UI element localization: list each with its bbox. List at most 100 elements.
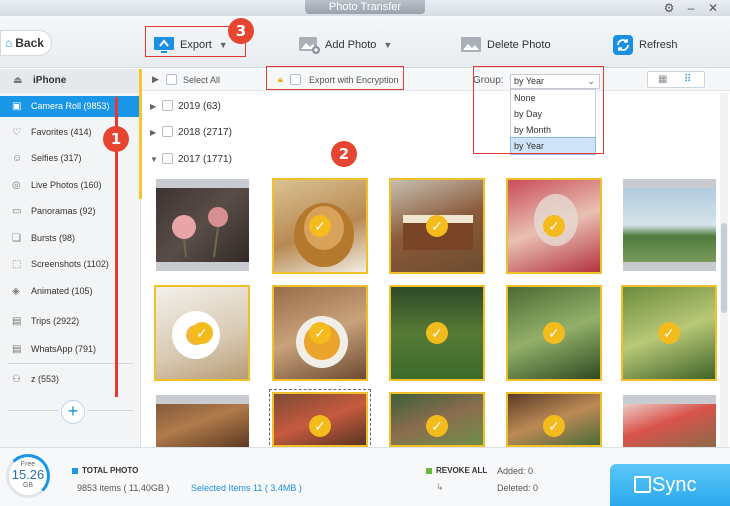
sidebar-item-panoramas[interactable]: ▭ Panoramas (92) xyxy=(0,201,141,222)
added-count: Added: 0 xyxy=(497,466,534,476)
year-label: 2019 (63) xyxy=(178,101,221,112)
select-all-label: Select All xyxy=(183,75,221,85)
free-unit: GB xyxy=(22,482,34,489)
photo-thumbnail-drinks[interactable]: ✓ xyxy=(506,178,602,274)
sidebar-item-bursts[interactable]: ❏ Bursts (98) xyxy=(0,228,141,249)
back-button[interactable]: ⌂ Back xyxy=(0,30,52,56)
total-photo-square-icon xyxy=(72,468,78,474)
photo-thumbnail-soup[interactable]: ✓ xyxy=(272,285,368,381)
selected-check-icon: ✓ xyxy=(309,414,331,437)
sync-label: Sync xyxy=(652,474,697,496)
photo-thumbnail-food-bowls[interactable]: ✓ xyxy=(389,392,485,447)
selected-check-icon: ✓ xyxy=(543,215,565,237)
collapse-arrow-icon[interactable]: ▼ xyxy=(150,151,162,169)
settings-gear-icon[interactable]: ⚙ xyxy=(660,0,678,16)
selected-check-icon: ✓ xyxy=(309,322,331,344)
screenshot-icon: ⬚ xyxy=(12,259,22,270)
sidebar-item-z[interactable]: ⚇ z (553) xyxy=(0,369,141,390)
sidebar-item-animated[interactable]: ◈ Animated (105) xyxy=(0,281,141,302)
sidebar-item-label: z (553) xyxy=(31,374,60,384)
year-checkbox[interactable] xyxy=(162,99,173,111)
small-grid-view-icon[interactable]: ⠿ xyxy=(684,74,691,85)
photo-thumbnail-cake[interactable]: ✓ xyxy=(389,178,485,274)
year-row-2017[interactable]: ▼ 2017 (1771) xyxy=(150,151,232,169)
heart-icon: ♡ xyxy=(12,127,21,138)
expand-arrow-icon[interactable]: ▶ xyxy=(150,98,162,116)
sidebar-item-label: Camera Roll (9853) xyxy=(31,101,110,111)
scrollbar-thumb[interactable] xyxy=(721,223,727,313)
refresh-button[interactable]: Refresh xyxy=(612,32,678,58)
live-photo-icon: ◎ xyxy=(12,180,21,191)
add-album-button[interactable]: + xyxy=(61,400,85,424)
large-grid-view-icon[interactable]: ▦ xyxy=(658,74,667,85)
animated-icon: ◈ xyxy=(12,286,20,297)
sidebar-item-label: Selfies (317) xyxy=(31,153,82,163)
photo-thumbnail-kid-field[interactable]: ✓ xyxy=(506,285,602,381)
photo-thumbnail-vegetables[interactable]: ✓ xyxy=(269,389,371,450)
bursts-icon: ❏ xyxy=(12,233,21,244)
sidebar-item-label: Favorites (414) xyxy=(31,127,92,137)
selected-check-icon: ✓ xyxy=(543,322,565,344)
album-icon: ▤ xyxy=(12,344,22,355)
selected-items-text: Selected Items 11 ( 3.4MB ) xyxy=(191,483,302,493)
photo-thumbnail-dog[interactable]: ✓ xyxy=(272,178,368,274)
delete-photo-button[interactable]: Delete Photo xyxy=(460,32,551,58)
expand-arrow-icon[interactable]: ▶ xyxy=(150,124,162,142)
eject-icon: ⏏ xyxy=(13,75,23,86)
scrollbar[interactable] xyxy=(720,93,728,447)
device-header[interactable]: ⏏ iPhone xyxy=(0,69,141,93)
control-bar: ▶ Select All 🔒︎ Export with Encryption G… xyxy=(142,69,730,91)
photo-thumbnail-table-dishes[interactable] xyxy=(623,395,716,447)
shared-album-icon: ⚇ xyxy=(12,374,21,385)
window-title: Photo Transfer xyxy=(305,0,425,14)
photo-content: ▶ Select All 🔒︎ Export with Encryption G… xyxy=(142,69,730,450)
album-icon: ▤ xyxy=(12,316,22,327)
sidebar-item-screenshots[interactable]: ⬚ Screenshots (1102) xyxy=(0,254,141,275)
free-space-gauge: Free 15.26 GB xyxy=(6,454,50,498)
photo-thumbnail-kid-running[interactable]: ✓ xyxy=(389,285,485,381)
sidebar-item-label: Screenshots (1102) xyxy=(31,259,109,269)
selected-check-icon: ✓ xyxy=(658,322,680,344)
sidebar-item-trips[interactable]: ▤ Trips (2922) xyxy=(0,311,141,332)
revoke-arrow-icon: ↳ xyxy=(436,482,444,492)
year-row-2019[interactable]: ▶ 2019 (63) xyxy=(150,98,221,116)
collapse-arrow-icon[interactable]: ▶ xyxy=(152,74,159,85)
photo-thumbnail-pizza[interactable] xyxy=(156,395,249,447)
add-photo-label: Add Photo xyxy=(325,39,377,51)
sidebar-item-label: WhatsApp (791) xyxy=(31,344,97,354)
add-photo-button[interactable]: Add Photo ▼ xyxy=(298,32,392,58)
sidebar-item-label: Live Photos (160) xyxy=(31,180,102,190)
sync-button[interactable]: Sync xyxy=(610,464,730,506)
panorama-icon: ▭ xyxy=(12,206,22,217)
photo-thumbnail-landscape[interactable] xyxy=(623,179,716,271)
sidebar-item-label: Panoramas (92) xyxy=(31,206,96,216)
selected-check-icon: ✓ xyxy=(543,414,565,437)
year-checkbox[interactable] xyxy=(162,125,173,137)
group-highlight-box xyxy=(473,66,604,154)
home-icon: ⌂ xyxy=(5,36,13,50)
minimize-icon[interactable]: – xyxy=(682,0,700,16)
selected-check-icon: ✓ xyxy=(426,322,448,344)
photo-thumbnail-kid-grass[interactable]: ✓ xyxy=(621,285,717,381)
camera-icon: ▣ xyxy=(12,101,22,112)
year-label: 2017 (1771) xyxy=(178,154,232,165)
sidebar-item-label: Trips (2922) xyxy=(31,316,80,326)
photo-thumbnail-flowers[interactable] xyxy=(156,179,249,271)
revoke-all-button[interactable]: REVOKE ALL xyxy=(436,466,487,475)
sidebar-item-whatsapp[interactable]: ▤ WhatsApp (791) xyxy=(0,339,141,360)
photo-thumbnail-salad[interactable]: ✓ xyxy=(506,392,602,447)
photo-thumbnail-breakfast[interactable]: ✓ xyxy=(154,285,250,381)
year-checkbox[interactable] xyxy=(162,152,173,164)
sidebar-item-live-photos[interactable]: ◎ Live Photos (160) xyxy=(0,175,141,196)
sidebar-item-camera-roll[interactable]: ▣ Camera Roll (9853) xyxy=(0,96,141,117)
close-icon[interactable]: ✕ xyxy=(704,0,722,16)
year-row-2018[interactable]: ▶ 2018 (2717) xyxy=(150,124,232,142)
selected-check-icon: ✓ xyxy=(191,322,213,344)
sidebar-divider xyxy=(87,410,133,411)
delete-photo-icon xyxy=(460,35,482,55)
delete-photo-label: Delete Photo xyxy=(487,39,551,51)
add-photo-dropdown-caret-icon[interactable]: ▼ xyxy=(383,40,392,50)
selected-check-icon: ✓ xyxy=(309,215,331,237)
deleted-count: Deleted: 0 xyxy=(497,483,539,493)
select-all-checkbox[interactable] xyxy=(166,74,177,85)
